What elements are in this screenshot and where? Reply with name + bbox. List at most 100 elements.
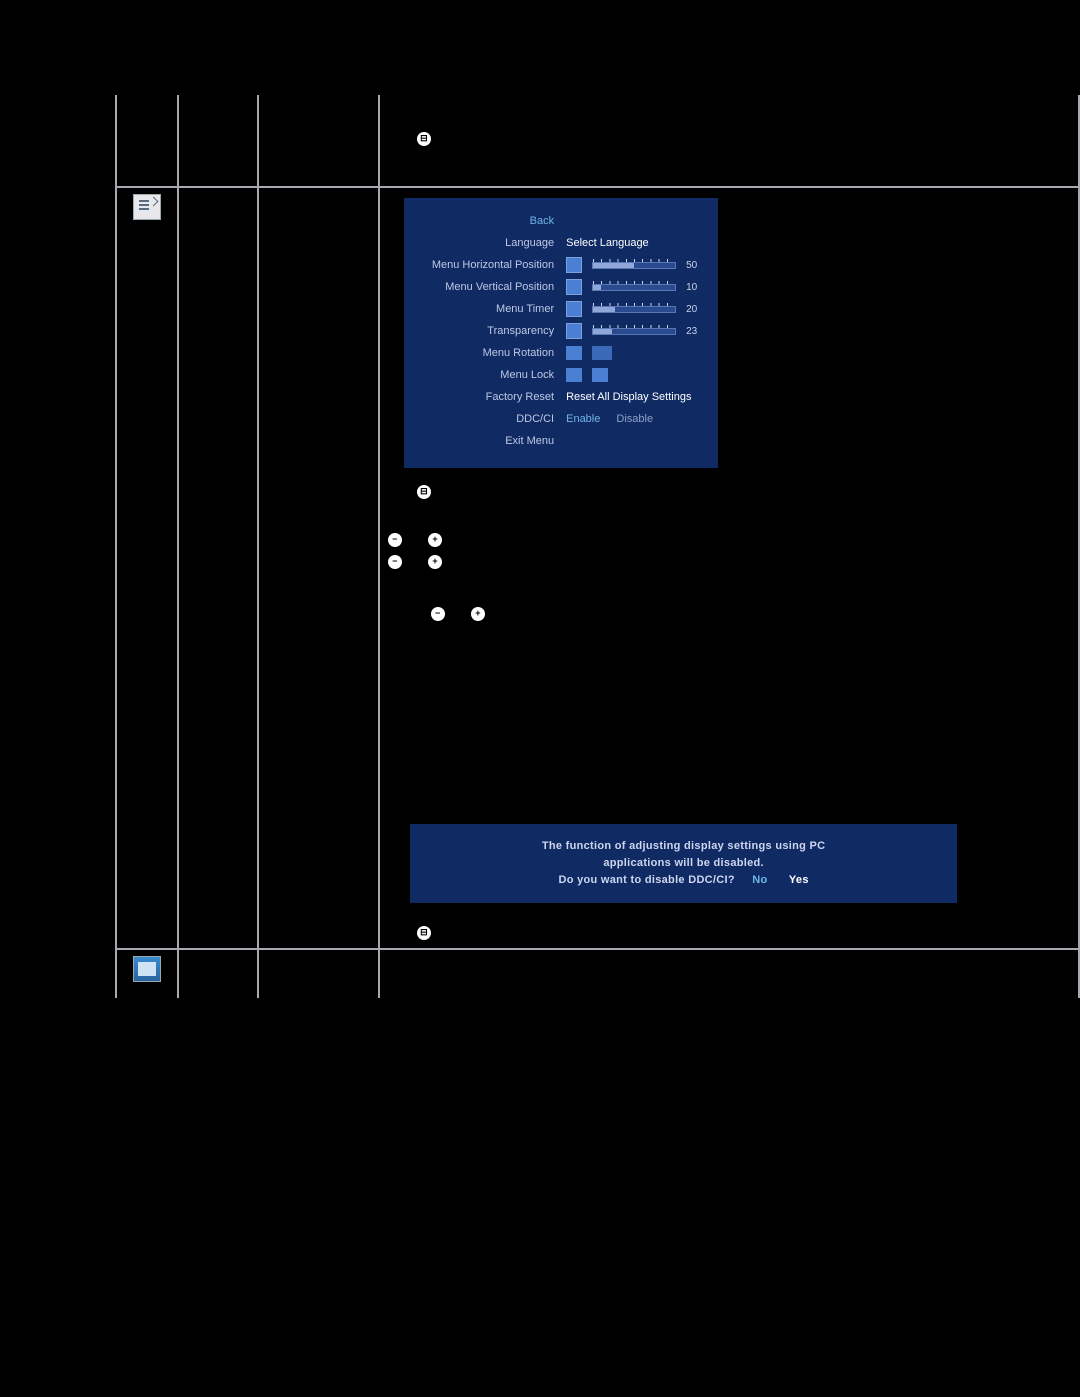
category-label: MENU [199, 192, 236, 203]
row-desc: DDC/CI (Display Data Channel/Command Int… [379, 777, 1079, 915]
osd-value: Select Language [566, 237, 718, 249]
minus-button-icon: − [430, 606, 446, 622]
osd-item: DDC/CI [404, 413, 566, 425]
row-label: Menu Horizontal Position [258, 520, 380, 550]
row-desc: Controls user access to adjustments. Whe… [379, 675, 1079, 742]
text-bold: (main source is VGA/DVI-D input) [586, 983, 767, 994]
menu-settings-icon [133, 194, 161, 220]
row-desc: Push ⊟ to go back to the main menu. [379, 480, 1079, 501]
minus-button-icon: − [387, 532, 403, 548]
row-label: Exit Menu [258, 915, 380, 949]
category-label: SETTINGS [185, 965, 251, 976]
category-cell: PIP SETTINGS [178, 950, 258, 998]
manual-table: Exit Menu Push ⊟ to exit the OSD main me… [115, 95, 1080, 998]
slider-value: 23 [686, 326, 704, 337]
slider-icon [566, 323, 582, 339]
osd-option: Disable [616, 413, 653, 425]
slider-value: 50 [686, 260, 704, 271]
row-desc: Rotates the OSD by 90 degrees counter-cl… [379, 656, 1079, 675]
text: to exit the OSD main menu. [433, 927, 578, 938]
row-label: Menu Lock [258, 675, 380, 742]
row-label [258, 950, 380, 998]
osd-item: Language [404, 237, 566, 249]
category-cell: MENU SETTINGS [178, 188, 258, 480]
slider-icon [566, 279, 582, 295]
osd-item: Transparency [404, 325, 566, 337]
row-label: Language [258, 501, 380, 520]
osd-item: Menu Rotation [404, 347, 566, 359]
row-label: Menu Vertical Position [258, 550, 380, 571]
row-desc: Language option to set the OSD display t… [379, 501, 1079, 520]
note-text: NOTE: When the OSD is locked, pressing t… [386, 710, 1072, 738]
osd-item: Exit Menu [404, 435, 566, 447]
text: Push [386, 927, 415, 938]
row-desc: This function is used to adjust the OSD … [379, 623, 1079, 656]
row-desc: −and + buttons move OSD left and right. [379, 520, 1079, 550]
dialog-option-no: No [752, 874, 767, 886]
text: DDC/CI (Display Data Channel/Command Int… [386, 781, 1072, 792]
lock-icon [592, 368, 608, 382]
row-label: Transparency [258, 623, 380, 656]
row-label: DDC/CI [258, 777, 380, 915]
slider-icon [566, 257, 582, 273]
menu-button-icon: ⊟ [416, 484, 432, 500]
text: and [404, 534, 426, 545]
lock-icon [566, 368, 582, 382]
menu-button-icon: ⊟ [416, 925, 432, 941]
text: Push [386, 133, 415, 144]
osd-slider [592, 284, 676, 291]
text: to exit the OSD main menu. [433, 133, 578, 144]
osd-menu-screenshot: Back LanguageSelect Language Menu Horizo… [404, 198, 718, 468]
osd-value: Reset All Display Settings [566, 391, 718, 403]
plus-button-icon: + [427, 554, 443, 570]
dialog-text: Do you want to disable DDC/CI? [558, 874, 734, 886]
text: Push [386, 486, 415, 497]
text: Menu Horizontal [287, 524, 372, 535]
text: This function brings up a window display… [386, 954, 1072, 965]
dialog-option-yes: Yes [789, 874, 809, 886]
pip-settings-icon [133, 956, 161, 982]
text: Enable this feature for best user experi… [386, 803, 1072, 814]
osd-slider [592, 262, 676, 269]
osd-item: Menu Vertical Position [404, 281, 566, 293]
row-desc: Back LanguageSelect Language Menu Horizo… [379, 188, 1079, 480]
text: Position [329, 535, 372, 546]
rotation-icon [592, 346, 612, 360]
menu-button-icon: ⊟ [416, 131, 432, 147]
dialog-text: The function of adjusting display settin… [420, 838, 947, 855]
plus-button-icon: + [470, 606, 486, 622]
row-label: Exit Menu [258, 95, 380, 187]
plus-button-icon: + [427, 532, 443, 548]
text: PIP/PBP submenu when PI [810, 983, 948, 994]
row-label: Menu Timer [258, 571, 380, 623]
osd-item: Menu Lock [404, 369, 566, 381]
text: PIP/PBP submenu when PIP/PBP OFF [386, 983, 585, 994]
osd-item: Factory Reset [404, 391, 566, 403]
text: disable this feature by selecting "Disab… [386, 792, 1072, 803]
minus-button-icon: − [387, 554, 403, 570]
text: buttons to adjust the slider in 5 second… [487, 608, 866, 619]
text: Controls user access to adjustments. Whe… [386, 685, 1072, 696]
osd-slider [592, 306, 676, 313]
row-label: Back [258, 480, 380, 501]
osd-option: Enable [566, 413, 600, 425]
slider-value: 10 [686, 282, 704, 293]
text: and [447, 608, 469, 619]
slider-icon [566, 301, 582, 317]
rotation-icon [566, 346, 582, 360]
row-desc: This function brings up a window display… [379, 950, 1079, 998]
text: OSD Hold Time: Sets the length of time t… [386, 589, 1072, 600]
row-desc: Push ⊟ to exit the OSD main menu. [379, 95, 1079, 187]
category-cell [178, 95, 258, 187]
text: and [404, 556, 426, 567]
row-label: Factory Reset [258, 742, 380, 777]
ddcci-dialog: The function of adjusting display settin… [410, 824, 957, 903]
row-desc: OSD Hold Time: Sets the length of time t… [379, 571, 1079, 623]
category-label: SETTINGS [185, 203, 251, 214]
row-label [258, 188, 380, 480]
osd-item: Menu Timer [404, 303, 566, 315]
row-desc: Push ⊟ to exit the OSD main menu. [379, 915, 1079, 949]
slider-value: 20 [686, 304, 704, 315]
osd-slider [592, 328, 676, 335]
icon-cell [116, 95, 178, 187]
